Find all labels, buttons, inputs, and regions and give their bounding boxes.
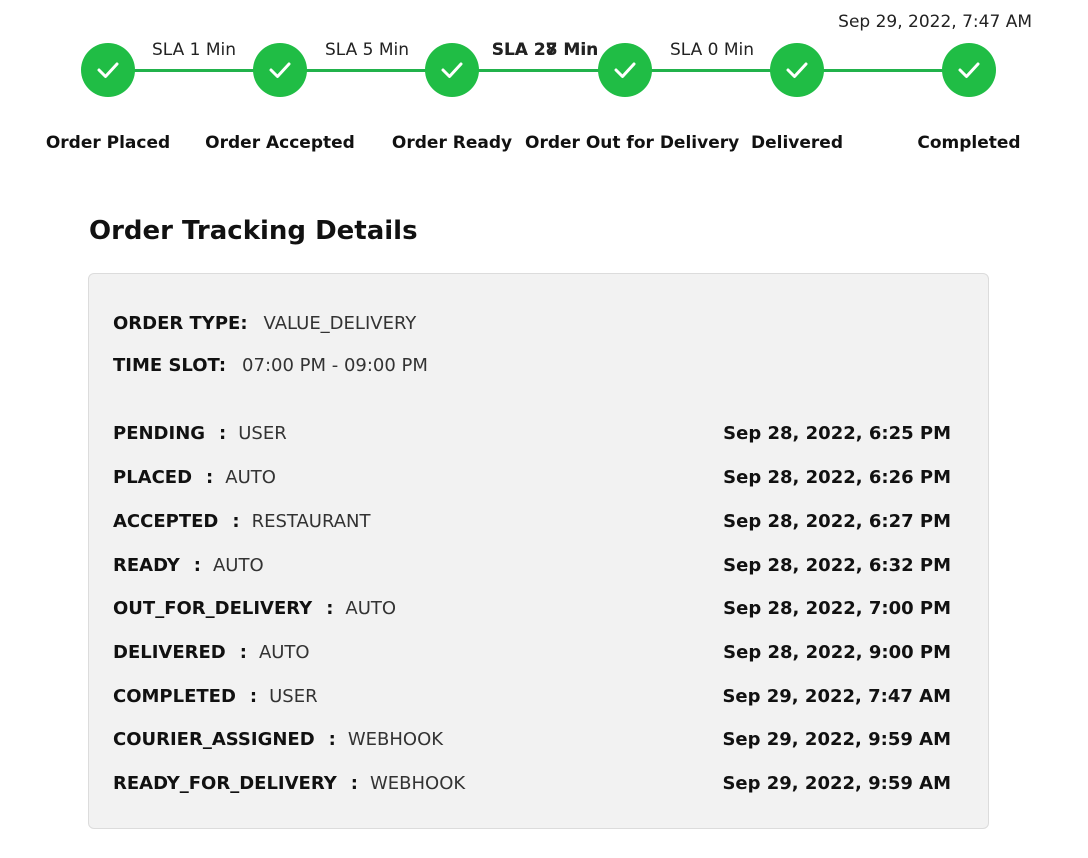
sla-label-overlapping: SLA 28 Min SLA 27 Min [485, 40, 605, 62]
step-complete-circle [770, 43, 824, 97]
step-complete-circle [81, 43, 135, 97]
completed-timestamp: Sep 29, 2022, 7:47 AM [838, 12, 1032, 32]
status-history-row: ACCEPTED: RESTAURANT Sep 28, 2022, 6:27 P… [113, 508, 951, 534]
status-actor: WEBHOOK [369, 772, 466, 794]
step-complete-circle [253, 43, 307, 97]
sla-label: SLA 0 Min [669, 40, 755, 60]
sla-label-overlay: SLA 27 Min [491, 40, 599, 60]
status-timestamp: Sep 28, 2022, 6:27 PM [723, 510, 951, 532]
status-history-row: READY_FOR_DELIVERY: WEBHOOK Sep 29, 2022,… [113, 770, 951, 796]
step-complete-circle [942, 43, 996, 97]
status-timestamp: Sep 28, 2022, 6:26 PM [723, 466, 951, 488]
status-timestamp: Sep 29, 2022, 9:59 AM [722, 728, 951, 750]
status-timestamp: Sep 28, 2022, 6:32 PM [723, 554, 951, 576]
status-name: OUT_FOR_DELIVERY [113, 597, 313, 619]
status-actor: USER [269, 685, 318, 707]
step-label-order-placed: Order Placed [45, 133, 171, 153]
status-actor: AUTO [212, 554, 264, 576]
status-name: READY [113, 554, 180, 576]
order-type-row: ORDER TYPE: VALUE_DELIVERY [113, 313, 416, 334]
status-name: PLACED [113, 466, 193, 488]
status-name: DELIVERED [113, 641, 226, 663]
step-label-out-for-delivery: Order Out for Delivery [525, 133, 740, 153]
status-timestamp: Sep 28, 2022, 6:25 PM [723, 422, 951, 444]
check-icon [269, 62, 291, 78]
order-tracking-details-card: ORDER TYPE: VALUE_DELIVERY TIME SLOT: 07:0… [88, 273, 989, 829]
status-actor: WEBHOOK [347, 728, 444, 750]
check-icon [614, 62, 636, 78]
separator: : [206, 466, 214, 488]
status-name: COURIER_ASSIGNED [113, 728, 315, 750]
step-label-completed: Completed [917, 133, 1021, 153]
separator: : [193, 554, 201, 576]
sla-label: SLA 5 Min [324, 40, 410, 60]
status-name: ACCEPTED [113, 510, 219, 532]
status-timestamp: Sep 28, 2022, 7:00 PM [723, 597, 951, 619]
separator: : [328, 728, 336, 750]
status-history-row: OUT_FOR_DELIVERY: AUTO Sep 28, 2022, 7:00… [113, 595, 951, 621]
status-history-row: COMPLETED: USER Sep 29, 2022, 7:47 AM [113, 683, 951, 709]
separator: : [239, 641, 247, 663]
status-actor: USER [238, 422, 287, 444]
check-icon [97, 62, 119, 78]
status-history-row: PLACED: AUTO Sep 28, 2022, 6:26 PM [113, 464, 951, 490]
status-history-row: DELIVERED: AUTO Sep 28, 2022, 9:00 PM [113, 639, 951, 665]
separator: : [326, 597, 334, 619]
status-actor: AUTO [225, 466, 276, 488]
status-timestamp: Sep 29, 2022, 9:59 AM [722, 772, 951, 794]
status-history-row: COURIER_ASSIGNED: WEBHOOK Sep 29, 2022, 9… [113, 726, 951, 752]
section-title: Order Tracking Details [89, 216, 418, 246]
check-icon [441, 62, 463, 78]
order-type-label: ORDER TYPE: [113, 313, 248, 334]
status-actor: RESTAURANT [251, 510, 371, 532]
step-label-order-accepted: Order Accepted [205, 133, 355, 153]
step-label-delivered: Delivered [751, 133, 843, 153]
separator: : [249, 685, 258, 707]
separator: : [350, 772, 358, 794]
check-icon [786, 62, 808, 78]
status-name: READY_FOR_DELIVERY [113, 772, 337, 794]
order-type-value: VALUE_DELIVERY [263, 313, 417, 334]
status-name: COMPLETED [113, 685, 236, 707]
status-timestamp: Sep 29, 2022, 7:47 AM [722, 685, 951, 707]
sla-label: SLA 1 Min [151, 40, 237, 60]
step-label-order-ready: Order Ready [391, 133, 513, 153]
time-slot-label: TIME SLOT: [113, 355, 227, 376]
status-name: PENDING [113, 422, 206, 444]
order-progress-stepper: Sep 29, 2022, 7:47 AM SLA 1 Min SLA 5 Mi… [0, 0, 1088, 170]
check-icon [958, 62, 980, 78]
status-actor: AUTO [258, 641, 310, 663]
separator: : [232, 510, 240, 532]
step-complete-circle [425, 43, 479, 97]
status-history-row: READY: AUTO Sep 28, 2022, 6:32 PM [113, 552, 951, 578]
time-slot-row: TIME SLOT: 07:00 PM - 09:00 PM [113, 355, 428, 376]
status-timestamp: Sep 28, 2022, 9:00 PM [723, 641, 951, 663]
time-slot-value: 07:00 PM - 09:00 PM [242, 355, 428, 376]
status-actor: AUTO [345, 597, 397, 619]
separator: : [219, 422, 227, 444]
step-complete-circle [598, 43, 652, 97]
status-history-row: PENDING: USER Sep 28, 2022, 6:25 PM [113, 420, 951, 446]
